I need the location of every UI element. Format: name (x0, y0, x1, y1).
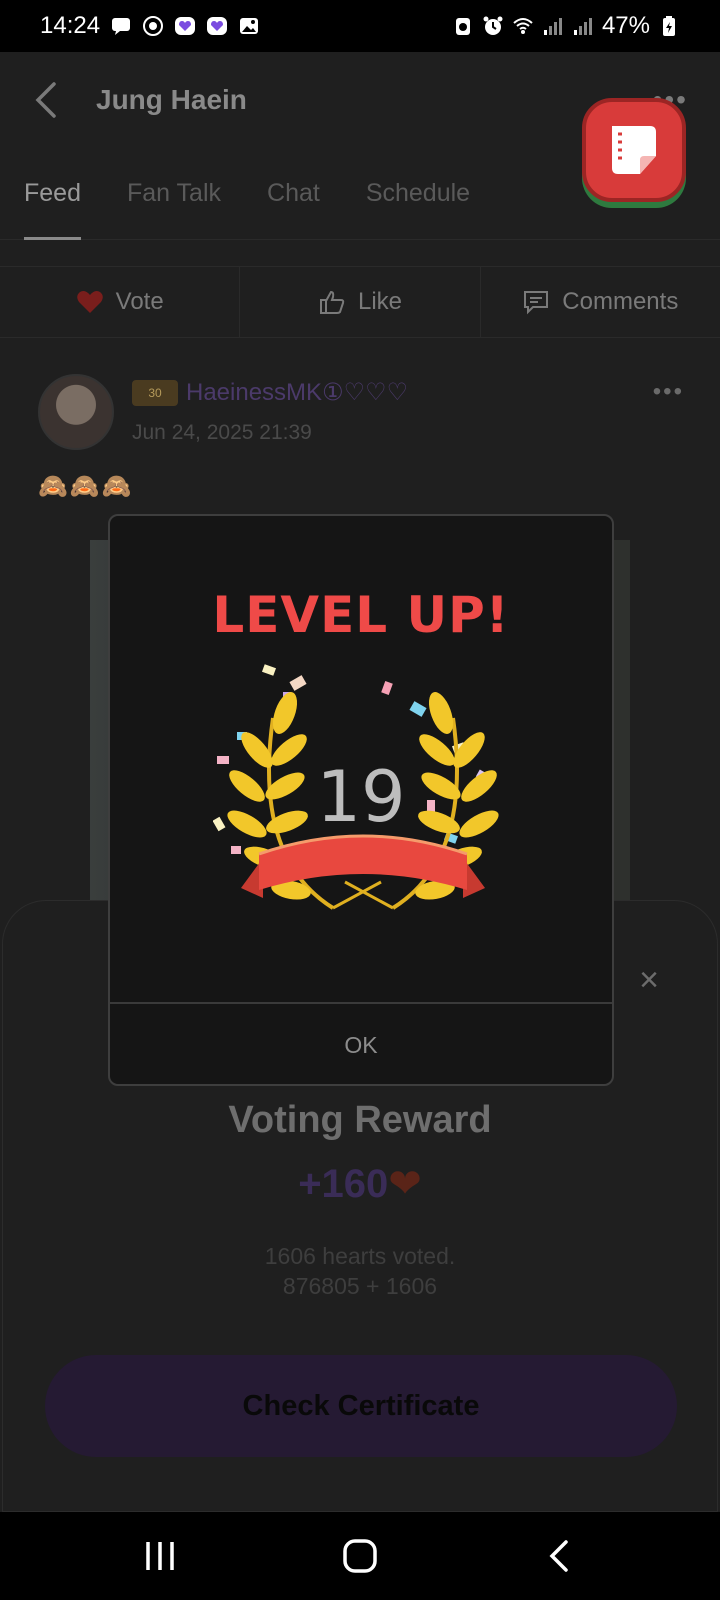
level-up-dialog: LEVEL UP! 19 OK (108, 514, 614, 1086)
like-button[interactable]: Like (240, 267, 481, 337)
ok-button[interactable]: OK (110, 1004, 612, 1084)
signal-icon (573, 18, 592, 35)
message-icon (112, 18, 131, 35)
battery-percent: 47% (601, 12, 650, 39)
tab-schedule[interactable]: Schedule (366, 148, 470, 240)
battery-icon (663, 16, 675, 36)
like-label: Like (357, 288, 402, 315)
post-header: 30 HaeinessMK①♡♡♡ Jun 24, 2025 21:39 (38, 374, 682, 450)
home-icon (343, 1539, 377, 1573)
system-nav-bar (0, 1512, 720, 1600)
wifi-icon (513, 18, 533, 34)
back-arrow-icon[interactable] (32, 80, 60, 120)
comment-icon (524, 291, 549, 315)
level-up-title: LEVEL UP! (212, 586, 510, 644)
reward-amount-row: +160❤ (3, 1161, 717, 1207)
post-date: Jun 24, 2025 21:39 (132, 421, 312, 444)
vote-label: Vote (115, 288, 164, 315)
hearts-voted-text: 1606 hearts voted. (264, 1243, 456, 1269)
check-certificate-button[interactable]: Check Certificate (45, 1355, 677, 1457)
status-bar: 14:24 47% (0, 0, 720, 52)
username[interactable]: HaeinessMK①♡♡♡ (186, 378, 408, 407)
feed-post: 30 HaeinessMK①♡♡♡ Jun 24, 2025 21:39 •••… (0, 338, 720, 501)
recent-apps-icon (146, 1542, 174, 1570)
status-left: 14:24 (40, 12, 260, 40)
level-number: 19 (316, 756, 406, 838)
heart-icon: ❤ (388, 1162, 422, 1206)
post-more-icon[interactable]: ••• (653, 378, 684, 406)
vote-button[interactable]: Vote (0, 267, 241, 337)
vote-total-text: 876805 + 1606 (282, 1273, 438, 1299)
signal-icon (543, 18, 562, 35)
back-icon (549, 1540, 568, 1572)
post-action-bar: Vote Like Comments (0, 266, 720, 338)
thumbs-up-icon (319, 290, 345, 314)
gallery-icon (240, 18, 259, 34)
heart-icon (76, 291, 103, 313)
comments-label: Comments (562, 288, 679, 315)
post-text: 🙈🙈🙈 (38, 473, 134, 500)
comments-button[interactable]: Comments (481, 267, 720, 337)
reward-amount: +160 (298, 1162, 389, 1206)
close-icon[interactable]: × (639, 961, 659, 1000)
notes-icon (612, 126, 656, 174)
recent-apps-button[interactable] (130, 1526, 190, 1586)
back-button[interactable] (530, 1526, 590, 1586)
tab-chat[interactable]: Chat (267, 148, 320, 240)
status-time: 14:24 (40, 12, 101, 39)
app-icon (175, 17, 196, 35)
status-right: 47% (452, 12, 680, 40)
alarm-icon (483, 16, 503, 35)
avatar[interactable] (38, 374, 114, 450)
floating-notes-app-icon[interactable] (582, 98, 686, 202)
tab-feed[interactable]: Feed (24, 148, 81, 240)
page-title: Jung Haein (96, 84, 247, 115)
battery-saver-icon (455, 18, 470, 35)
post-meta: 30 HaeinessMK①♡♡♡ Jun 24, 2025 21:39 (132, 378, 408, 445)
whatsapp-icon (143, 16, 164, 36)
level-badge: 30 (132, 379, 178, 406)
app-icon (207, 17, 228, 35)
reward-title: Voting Reward (228, 1099, 492, 1141)
home-button[interactable] (330, 1526, 390, 1586)
user-row: 30 HaeinessMK①♡♡♡ (132, 378, 408, 407)
tab-fan-talk[interactable]: Fan Talk (127, 148, 221, 240)
